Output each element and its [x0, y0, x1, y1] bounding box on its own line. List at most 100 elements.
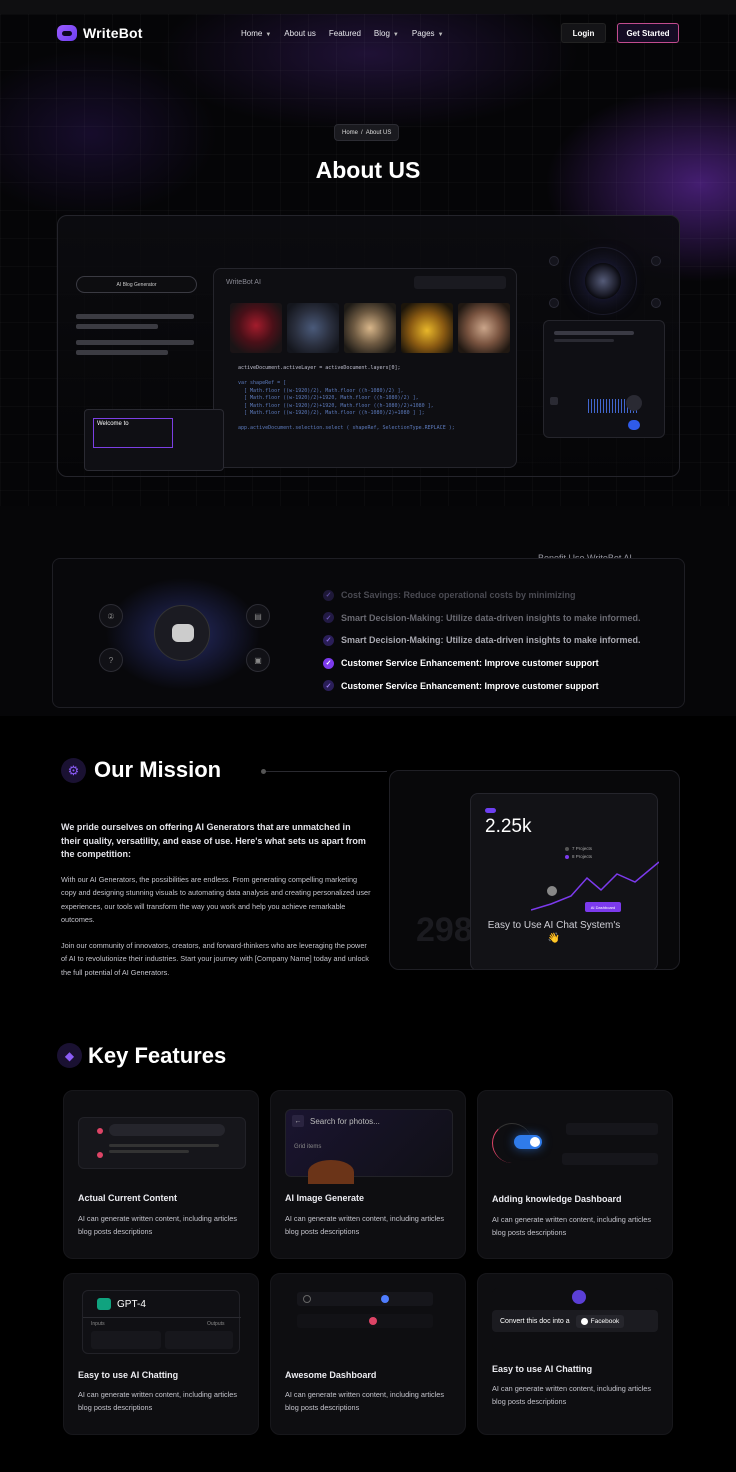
- check-icon: ✓: [323, 634, 334, 646]
- nav-item-pages[interactable]: Pages ▼: [412, 29, 444, 38]
- image-node-icon: ▣: [246, 648, 270, 672]
- dashboard-tag: AI Dashboard: [585, 902, 621, 912]
- radio-icon[interactable]: [303, 1295, 311, 1303]
- feature-card[interactable]: ← Search for photos... Grid items AI Ima…: [270, 1090, 466, 1259]
- welcome-editor-card: Welcome to: [84, 409, 224, 471]
- benefit-item: ✓ Smart Decision-Making: Utilize data-dr…: [323, 607, 641, 630]
- convert-preview: Convert this doc into a Facebook: [492, 1288, 660, 1350]
- ai-orb-icon: [585, 263, 621, 299]
- back-arrow-icon: ←: [292, 1115, 304, 1127]
- skeleton-line: [109, 1144, 219, 1147]
- feature-card[interactable]: Convert this doc into a Facebook Easy to…: [477, 1273, 673, 1435]
- gallery-image: [230, 303, 282, 353]
- benefit-text: Cost Savings: Reduce operational costs b…: [341, 590, 576, 601]
- toggle-switch[interactable]: [514, 1135, 542, 1149]
- benefit-item: ✓ Cost Savings: Reduce operational costs…: [323, 584, 641, 607]
- feature-card-desc: AI can generate written content, includi…: [492, 1215, 651, 1238]
- app-preview-search: [414, 276, 506, 289]
- feature-card-desc: AI can generate written content, includi…: [78, 1390, 237, 1413]
- platform-select[interactable]: Facebook: [575, 1314, 625, 1328]
- inputs-label: Inputs: [91, 1321, 105, 1327]
- check-icon[interactable]: [381, 1295, 389, 1303]
- orbit-dot: [549, 256, 559, 266]
- benefits-panel: ② ? ▤ ▣ ✓ Cost Savings: Reduce operation…: [52, 558, 685, 708]
- brand-name: WriteBot: [83, 25, 143, 41]
- faded-number: 298: [416, 911, 473, 949]
- feature-card-title: Adding knowledge Dashboard: [492, 1194, 622, 1204]
- openai-icon: [97, 1298, 111, 1310]
- login-button[interactable]: Login: [561, 23, 606, 43]
- feature-card-desc: AI can generate written content, includi…: [285, 1214, 444, 1237]
- home-icon: [572, 1290, 586, 1304]
- status-badge: [485, 808, 496, 813]
- nav-item-blog[interactable]: Blog ▼: [374, 29, 399, 38]
- send-icon[interactable]: [628, 420, 640, 430]
- mission-paragraph: With our AI Generators, the possibilitie…: [61, 875, 371, 924]
- app-preview-window: WriteBot AI activeDocument.activeLayer =…: [213, 268, 517, 468]
- benefit-item: ✓ Smart Decision-Making: Utilize data-dr…: [323, 629, 641, 652]
- gallery-image: [287, 303, 339, 353]
- skeleton-line: [76, 314, 194, 319]
- chat-bubble: [109, 1124, 225, 1136]
- feature-card-title: Easy to use AI Chatting: [492, 1364, 593, 1374]
- mission-dashboard-card: 298 2.25k 7 Projects 8 Projects AI Dashb…: [389, 770, 680, 970]
- code-snippet: activeDocument.activeLayer = activeDocum…: [238, 365, 455, 431]
- get-started-button[interactable]: Get Started: [617, 23, 679, 43]
- mic-icon[interactable]: [626, 395, 642, 411]
- brand-logo[interactable]: WriteBot: [57, 25, 143, 41]
- stat-value: 2.25k: [485, 816, 532, 837]
- gallery-image: [401, 303, 453, 353]
- attach-icon: [550, 397, 558, 405]
- gallery-image: [344, 303, 396, 353]
- divider: [83, 1317, 241, 1318]
- gpt-badge: GPT-4: [97, 1298, 146, 1310]
- legend-item: 7 Projects: [565, 846, 592, 851]
- search-input[interactable]: [562, 1153, 658, 1165]
- orbit-dot: [549, 298, 559, 308]
- input-box[interactable]: [91, 1331, 161, 1349]
- benefit-text: Customer Service Enhancement: Improve cu…: [341, 658, 599, 669]
- nav-item-featured[interactable]: Featured: [329, 29, 361, 38]
- search-input[interactable]: [566, 1123, 658, 1135]
- diamond-icon: ◆: [57, 1043, 82, 1068]
- nav-menu: Home ▼ About us Featured Blog ▼ Pages ▼: [241, 29, 444, 38]
- search-placeholder: Search for photos...: [310, 1116, 380, 1126]
- convert-label: Convert this doc into a: [500, 1317, 570, 1325]
- orbit-dot: [651, 298, 661, 308]
- skeleton-line: [554, 339, 614, 342]
- feature-card-desc: AI can generate written content, includi…: [285, 1390, 444, 1413]
- benefits-section: Benefit Use WriteBot AI ② ? ▤ ▣ ✓ Cost S…: [0, 506, 736, 716]
- benefit-item: ✓ Customer Service Enhancement: Improve …: [323, 652, 641, 675]
- nav-item-home[interactable]: Home ▼: [241, 29, 271, 38]
- benefit-text: Smart Decision-Making: Utilize data-driv…: [341, 635, 641, 646]
- image-search-preview: ← Search for photos... Grid items: [285, 1109, 453, 1184]
- page-title: About US: [315, 157, 421, 183]
- skeleton-line: [76, 340, 194, 345]
- cursor-icon: [547, 886, 557, 896]
- ai-node-icon: ②: [99, 604, 123, 628]
- bot-logo-icon: [57, 25, 77, 41]
- benefit-list: ✓ Cost Savings: Reduce operational costs…: [323, 584, 641, 697]
- hero-section: WriteBot Home ▼ About us Featured Blog ▼ P…: [0, 14, 736, 506]
- bot-hub-icon: [154, 605, 210, 661]
- feature-card[interactable]: Actual Current Content AI can generate w…: [63, 1090, 259, 1259]
- orbit-dot: [651, 256, 661, 266]
- navbar: WriteBot Home ▼ About us Featured Blog ▼ P…: [0, 23, 736, 49]
- mission-paragraph: Join our community of innovators, creato…: [61, 941, 369, 977]
- feature-card-title: AI Image Generate: [285, 1193, 365, 1203]
- breadcrumb-home[interactable]: Home: [342, 130, 358, 136]
- knowledge-preview: [492, 1117, 660, 1177]
- platform-label: Facebook: [590, 1317, 620, 1325]
- top-strip: [0, 0, 736, 14]
- nav-item-about[interactable]: About us: [284, 29, 316, 38]
- breadcrumb-separator: /: [361, 129, 363, 136]
- feature-card[interactable]: GPT-4 Inputs Outputs Easy to use AI Chat…: [63, 1273, 259, 1435]
- chat-preview: [78, 1117, 246, 1169]
- outputs-label: Outputs: [207, 1321, 225, 1327]
- planet-image: [308, 1160, 354, 1184]
- dashboard-row: [297, 1314, 433, 1328]
- generated-images: [230, 303, 510, 353]
- dashboard-row: [297, 1292, 433, 1306]
- feature-card[interactable]: Adding knowledge Dashboard AI can genera…: [477, 1090, 673, 1259]
- feature-card[interactable]: Awesome Dashboard AI can generate writte…: [270, 1273, 466, 1435]
